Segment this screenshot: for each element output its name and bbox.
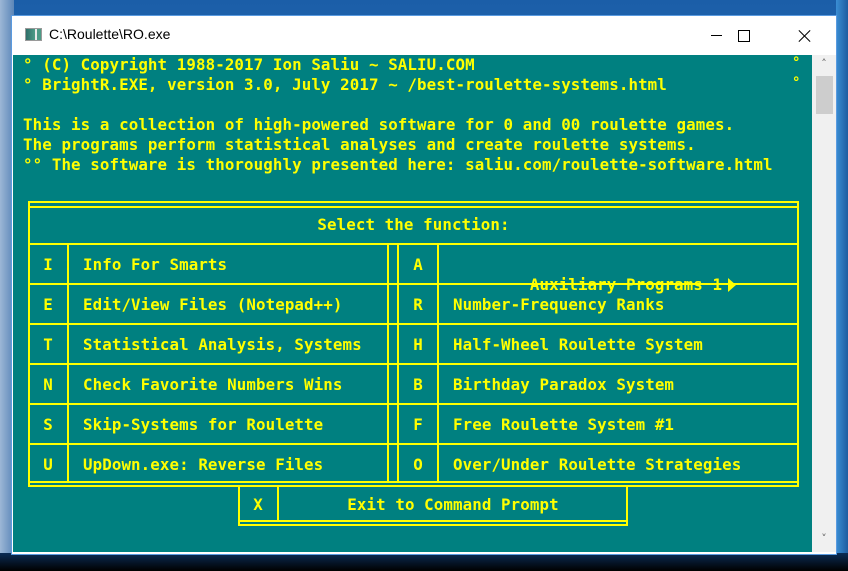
menu-key: F xyxy=(413,415,423,434)
center-divider-right xyxy=(397,243,399,483)
center-divider-left xyxy=(387,243,389,483)
menu-key: R xyxy=(413,295,423,314)
copyright-line: ° (C) Copyright 1988-2017 Ion Saliu ~ SA… xyxy=(23,55,475,74)
vertical-scrollbar[interactable]: ˄ ˅ xyxy=(812,55,836,552)
maximize-icon xyxy=(738,29,750,42)
intro-line: This is a collection of high-powered sof… xyxy=(23,115,735,134)
menu-border-bottom-inner xyxy=(28,481,799,483)
left-key-column-line xyxy=(67,243,69,483)
menu-key: E xyxy=(43,295,53,314)
header-right-mark: ° xyxy=(792,75,801,91)
close-button[interactable] xyxy=(782,16,828,55)
console-area[interactable]: ° (C) Copyright 1988-2017 Ion Saliu ~ SA… xyxy=(13,55,812,552)
version-line: ° BrightR.EXE, version 3.0, July 2017 ~ … xyxy=(23,75,667,94)
minimize-icon xyxy=(710,35,722,36)
title-bar[interactable]: C:\Roulette\RO.exe xyxy=(12,16,836,55)
desktop-background-bottom xyxy=(0,553,848,571)
row-separator xyxy=(28,443,799,445)
menu-key: B xyxy=(413,375,423,394)
menu-label: Half-Wheel Roulette System xyxy=(453,335,703,354)
menu-label: Exit to Command Prompt xyxy=(347,495,559,514)
scroll-down-button[interactable]: ˅ xyxy=(812,530,836,548)
menu-title: Select the function: xyxy=(317,215,510,234)
menu-label: Number-Frequency Ranks xyxy=(453,295,665,314)
row-separator xyxy=(28,323,799,325)
intro-line: The programs perform statistical analyse… xyxy=(23,135,696,154)
menu-key: X xyxy=(253,495,263,514)
close-icon xyxy=(799,30,811,42)
menu-label: Skip-Systems for Roulette xyxy=(83,415,324,434)
chevron-up-icon: ˄ xyxy=(821,57,827,70)
menu-label: Check Favorite Numbers Wins xyxy=(83,375,343,394)
menu-border-top-inner xyxy=(28,206,799,208)
menu-label: UpDown.exe: Reverse Files xyxy=(83,455,324,474)
header-right-mark: ° xyxy=(792,55,801,71)
exit-border-bottom-inner xyxy=(238,520,628,522)
console-window: C:\Roulette\RO.exe ° (C) Copyright 1988-… xyxy=(11,15,837,555)
window-title: C:\Roulette\RO.exe xyxy=(49,26,171,42)
row-separator xyxy=(28,403,799,405)
menu-label: Free Roulette System #1 xyxy=(453,415,675,434)
menu-label: Info For Smarts xyxy=(83,255,228,274)
chevron-down-icon: ˅ xyxy=(821,532,827,545)
menu-label: Over/Under Roulette Strategies xyxy=(453,455,742,474)
menu-key: I xyxy=(43,255,53,274)
menu-border-bottom-outer xyxy=(28,485,799,487)
maximize-button[interactable] xyxy=(721,16,767,55)
right-key-column-line xyxy=(437,243,439,483)
exit-border-bottom-outer xyxy=(238,524,628,526)
intro-line: °° The software is thoroughly presented … xyxy=(23,155,773,174)
scrollbar-thumb[interactable] xyxy=(816,76,833,114)
menu-label: Statistical Analysis, Systems xyxy=(83,335,362,354)
menu-border-top-outer xyxy=(28,201,799,203)
menu-key: S xyxy=(43,415,53,434)
console-app-icon[interactable] xyxy=(25,28,42,41)
menu-key: A xyxy=(413,255,423,274)
menu-key: T xyxy=(43,335,53,354)
menu-label: Auxiliary Programs 1 xyxy=(529,275,723,294)
menu-key: H xyxy=(413,335,423,354)
menu-key: O xyxy=(413,455,423,474)
scroll-up-button[interactable]: ˄ xyxy=(812,55,836,73)
menu-key: N xyxy=(43,375,53,394)
desktop-background-right xyxy=(836,0,848,571)
menu-title-separator xyxy=(28,243,799,245)
row-separator xyxy=(28,363,799,365)
menu-label: Birthday Paradox System xyxy=(453,375,675,394)
menu-label: Edit/View Files (Notepad++) xyxy=(83,295,343,314)
menu-key: U xyxy=(43,455,53,474)
arrow-right-icon xyxy=(728,278,737,292)
